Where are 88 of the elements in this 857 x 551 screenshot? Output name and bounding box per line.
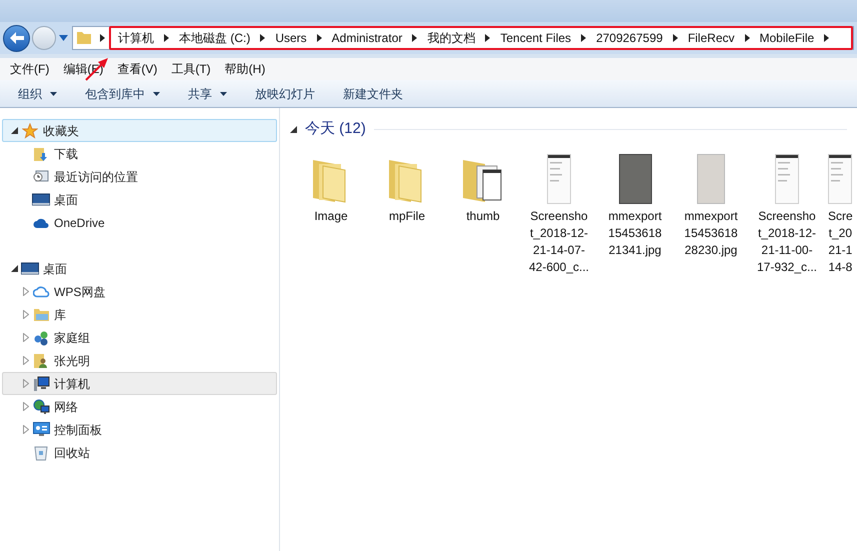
chevron-right-icon [824, 34, 830, 42]
nav-tree-item[interactable]: 桌面 [2, 257, 277, 280]
caret-icon [220, 92, 227, 96]
expanded-arrow-icon[interactable] [290, 126, 297, 132]
file-name[interactable]: mmexport 15453618 21341.jpg [608, 208, 662, 259]
network-globe-icon [32, 398, 50, 414]
nav-tree-item[interactable]: OneDrive [2, 211, 277, 234]
breadcrumb-item[interactable]: 本地磁盘 (C:) [176, 29, 254, 47]
caret-icon [153, 92, 160, 96]
computer-icon [32, 376, 50, 392]
desktop-icon [32, 192, 50, 206]
nav-tree-item[interactable]: 控制面板 [2, 418, 277, 441]
file-name[interactable]: mmexport 15453618 28230.jpg [684, 208, 738, 259]
star-icon [22, 122, 38, 138]
screenshot-thumbnail [547, 154, 571, 204]
collapsed-arrow-icon[interactable] [23, 310, 29, 319]
control-panel-icon [32, 422, 50, 437]
toolbar-button[interactable]: 共享 [180, 84, 235, 102]
nav-tree-item[interactable]: 回收站 [2, 441, 277, 464]
photo-placeholder [697, 154, 725, 204]
file-name[interactable]: Screensho t_2018-12- 21-11-00- 17-932_c... [756, 208, 818, 276]
expanded-arrow-icon[interactable] [11, 265, 18, 272]
nav-tree-item[interactable]: 库 [2, 303, 277, 326]
chevron-right-icon [672, 34, 678, 42]
collapsed-arrow-icon[interactable] [23, 287, 29, 296]
download-folder-icon [33, 146, 49, 162]
chevron-right-icon [260, 34, 266, 42]
group-header[interactable]: 今天 (12) [305, 118, 366, 140]
menu-item[interactable]: 帮助(H) [218, 60, 272, 78]
nav-tree-item[interactable]: 张光明 [2, 349, 277, 372]
collapsed-arrow-icon[interactable] [23, 425, 29, 434]
breadcrumb-item[interactable]: 计算机 [115, 29, 157, 47]
cloud-icon [33, 216, 49, 228]
breadcrumb-item[interactable]: FileRecv [684, 29, 738, 47]
caret-icon [50, 92, 57, 96]
file-name[interactable]: Screensho t_2018-12- 21-14-07- 42-600_c... [528, 208, 590, 276]
address-bar[interactable]: 计算机 本地磁盘 (C:) Users Administrator 我的文档 Tencent Files 2709267599 FileRecv MobileFile [72, 26, 854, 50]
breadcrumb-item[interactable]: Tencent Files [497, 29, 574, 47]
recycle-bin-icon [34, 444, 48, 460]
menu-item[interactable]: 工具(T) [165, 60, 217, 78]
homegroup-icon [32, 330, 50, 346]
file-name[interactable]: mpFile [388, 208, 425, 225]
file-name[interactable]: Image [314, 208, 348, 225]
expanded-arrow-icon[interactable] [11, 127, 18, 134]
toolbar-button[interactable]: 放映幻灯片 [247, 84, 323, 102]
back-arrow-icon [10, 32, 24, 44]
chevron-right-icon [316, 34, 322, 42]
back-button[interactable] [3, 24, 30, 52]
toolbar-button[interactable]: 包含到库中 [77, 84, 168, 102]
breadcrumb-item[interactable]: 我的文档 [424, 29, 478, 47]
menu-item[interactable]: 查看(V) [111, 60, 164, 78]
nav-tree-item[interactable]: 网络 [2, 395, 277, 418]
chevron-right-icon [485, 34, 490, 42]
toolbar-button[interactable]: 新建文件夹 [335, 84, 411, 102]
breadcrumb-item[interactable]: MobileFile [756, 29, 818, 47]
breadcrumb-item[interactable]: Administrator [328, 29, 406, 47]
chevron-right-icon [581, 34, 586, 42]
nav-tree-item[interactable]: 最近访问的位置 [2, 165, 277, 188]
folder-icon [76, 31, 92, 45]
cloud-icon [32, 285, 50, 298]
screenshot-thumbnail [775, 154, 799, 204]
collapsed-arrow-icon[interactable] [23, 356, 29, 365]
nav-tree-item[interactable]: WPS网盘 [2, 280, 277, 303]
user-folder-icon [33, 352, 49, 368]
recent-places-icon [33, 168, 49, 184]
nav-tree-item[interactable]: 收藏夹 [2, 119, 277, 142]
history-dropdown-icon[interactable] [59, 35, 68, 41]
breadcrumb-item[interactable]: 2709267599 [593, 29, 666, 47]
nav-tree-item[interactable]: 下载 [2, 142, 277, 165]
nav-tree-item[interactable]: 计算机 [2, 372, 277, 395]
photo-placeholder [618, 154, 652, 204]
file-name[interactable]: thumb [466, 208, 500, 225]
screenshot-thumbnail [828, 154, 852, 204]
desktop-icon [21, 262, 39, 276]
chevron-right-icon [744, 34, 750, 42]
breadcrumb-item[interactable]: Users [272, 29, 310, 47]
collapsed-arrow-icon[interactable] [23, 333, 29, 342]
library-folder-icon [32, 307, 50, 322]
nav-tree-item[interactable]: 桌面 [2, 188, 277, 211]
file-name[interactable]: Scre t_20 21-1 14-8 [828, 208, 853, 276]
chevron-right-icon [164, 34, 169, 42]
toolbar-button[interactable]: 组织 [10, 84, 65, 102]
nav-tree-item[interactable]: 家庭组 [2, 326, 277, 349]
collapsed-arrow-icon[interactable] [23, 402, 29, 411]
chevron-right-icon [100, 34, 105, 42]
chevron-right-icon [412, 34, 418, 42]
collapsed-arrow-icon[interactable] [23, 379, 29, 388]
menu-item[interactable]: 文件(F) [4, 60, 56, 78]
